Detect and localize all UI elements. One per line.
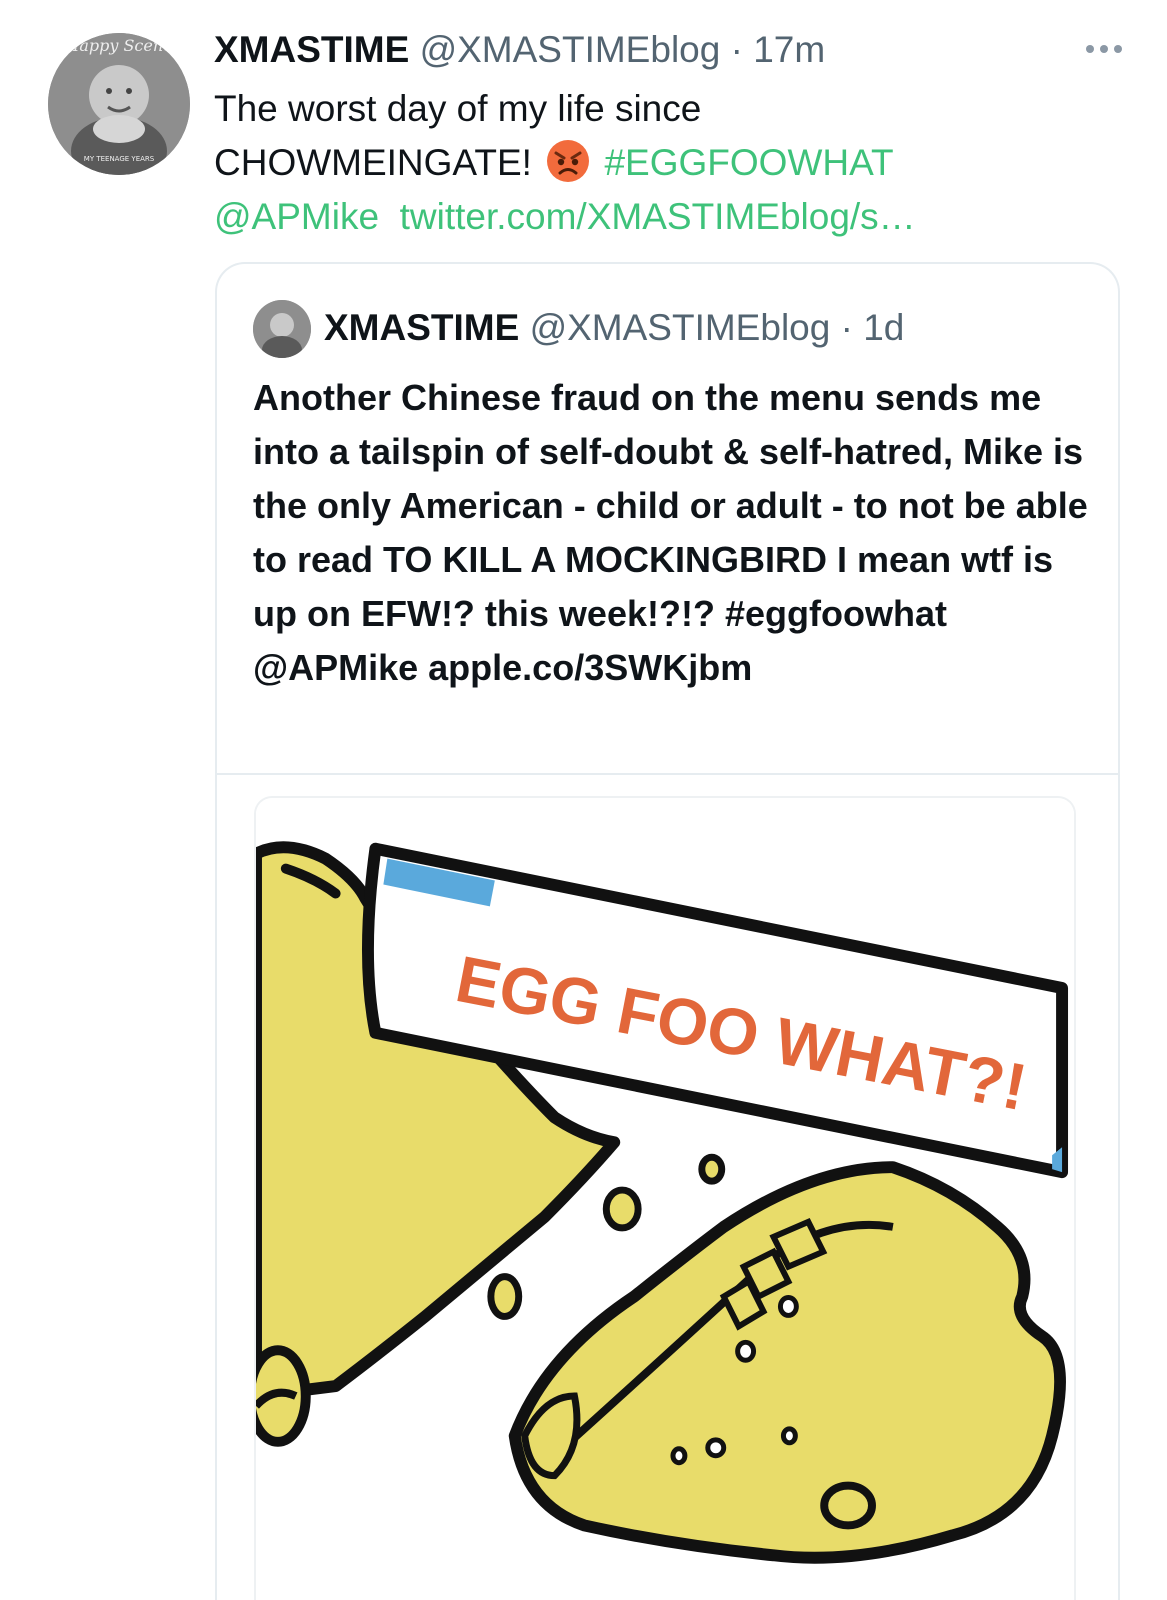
quoted-media-image[interactable]: EGG FOO WHAT?! bbox=[254, 796, 1076, 1600]
hashtag-link[interactable]: #EGGFOOWHAT bbox=[604, 142, 893, 183]
quoted-author-handle: @XMASTIMEblog bbox=[529, 307, 831, 348]
author-handle[interactable]: @XMASTIMEblog bbox=[420, 29, 721, 70]
tweet-timestamp[interactable]: 17m bbox=[753, 29, 825, 70]
tweet[interactable]: Happy Scene MY TEENAGE YEARS XMASTIME @X… bbox=[0, 0, 1167, 1600]
quoted-author-name: XMASTIME bbox=[324, 307, 520, 348]
tweet-header: XMASTIME @XMASTIMEblog · 17m bbox=[214, 28, 825, 72]
angry-face-icon bbox=[547, 140, 590, 182]
quoted-tweet[interactable]: XMASTIME @XMASTIMEblog · 1d Another Chin… bbox=[215, 262, 1120, 1600]
mention-link[interactable]: @APMike bbox=[214, 196, 379, 237]
quoted-timestamp: 1d bbox=[863, 307, 905, 348]
avatar-caption-bottom: MY TEENAGE YEARS bbox=[84, 155, 155, 163]
more-options-icon[interactable] bbox=[1074, 34, 1134, 64]
quoted-text: Another Chinese fraud on the menu sends … bbox=[253, 377, 1088, 688]
tweet-text: The worst day of my life since CHOWMEING… bbox=[214, 82, 1114, 244]
tweet-text-line1: The worst day of my life since bbox=[214, 88, 702, 129]
avatar-caption-top: Happy Scene bbox=[64, 36, 172, 55]
author-avatar[interactable]: Happy Scene MY TEENAGE YEARS bbox=[48, 33, 190, 175]
author-name[interactable]: XMASTIME bbox=[214, 29, 409, 70]
quoted-separator-dot: · bbox=[840, 307, 853, 348]
quoted-header: XMASTIME @XMASTIMEblog · 1d bbox=[324, 305, 904, 351]
separator-dot: · bbox=[730, 29, 743, 70]
tweet-text-line2: CHOWMEINGATE! bbox=[214, 142, 532, 183]
quoted-author-avatar bbox=[253, 300, 311, 358]
fortune-cookie-illustration: EGG FOO WHAT?! bbox=[256, 798, 1074, 1600]
url-link[interactable]: twitter.com/XMASTIMEblog/s… bbox=[400, 196, 916, 237]
divider bbox=[217, 773, 1118, 775]
